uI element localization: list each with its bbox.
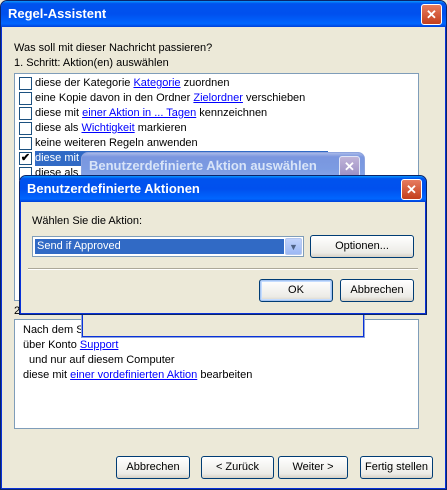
checkbox[interactable]	[19, 122, 32, 135]
custom-actions-dialog: Benutzerdefinierte Aktionen ✕ Wählen Sie…	[19, 175, 427, 315]
main-close-icon[interactable]: ✕	[421, 4, 442, 25]
predefined-action-link[interactable]: einer vordefinierten Aktion	[70, 369, 197, 381]
choose-action-label: Wählen Sie die Aktion:	[32, 215, 143, 227]
checkbox[interactable]	[19, 137, 32, 150]
chevron-down-icon[interactable]: ▼	[285, 238, 302, 255]
wizard-finish-button[interactable]: Fertig stellen	[360, 456, 433, 479]
checkbox[interactable]	[19, 77, 32, 90]
front-close-icon[interactable]: ✕	[401, 179, 422, 200]
options-button[interactable]: Optionen...	[310, 235, 414, 258]
target-folder-link[interactable]: Zielordner	[193, 92, 243, 104]
checkbox[interactable]	[19, 107, 32, 120]
action-item-stop-rules[interactable]: keine weiteren Regeln anwenden	[17, 136, 416, 151]
wizard-next-button[interactable]: Weiter >	[278, 456, 348, 479]
action-item-flag[interactable]: diese mit einer Aktion in ... Tagen kenn…	[17, 106, 416, 121]
action-item-category[interactable]: diese der Kategorie Kategorie zuordnen	[17, 76, 416, 91]
desc-line-4: diese mit einer vordefinierten Aktion be…	[23, 369, 253, 381]
main-titlebar[interactable]: Regel-Assistent ✕	[1, 1, 446, 27]
ok-button[interactable]: OK	[259, 279, 333, 302]
action-item-copy-folder[interactable]: eine Kopie davon in den Ordner Zielordne…	[17, 91, 416, 106]
action-select-value: Send if Approved	[35, 239, 284, 254]
middle-close-icon[interactable]: ✕	[339, 156, 360, 177]
checkbox[interactable]	[19, 92, 32, 105]
account-support-link[interactable]: Support	[80, 339, 119, 351]
desc-line-1: Nach dem Se	[23, 324, 90, 336]
importance-link[interactable]: Wichtigkeit	[81, 122, 134, 134]
action-item-importance[interactable]: diese als Wichtigkeit markieren	[17, 121, 416, 136]
action-select[interactable]: Send if Approved ▼	[32, 236, 304, 257]
front-titlebar[interactable]: Benutzerdefinierte Aktionen ✕	[20, 176, 426, 202]
wizard-cancel-button[interactable]: Abbrechen	[116, 456, 190, 479]
wizard-back-button[interactable]: < Zurück	[201, 456, 274, 479]
question-label: Was soll mit dieser Nachricht passieren?	[14, 42, 213, 54]
front-title: Benutzerdefinierte Aktionen	[27, 181, 200, 196]
middle-title: Benutzerdefinierte Aktion auswählen	[89, 158, 317, 173]
category-link[interactable]: Kategorie	[133, 77, 180, 89]
checkbox-checked[interactable]: ✔	[19, 152, 32, 165]
main-title: Regel-Assistent	[8, 6, 107, 21]
dialog-separator	[28, 268, 418, 270]
action-days-link[interactable]: einer Aktion in ... Tagen	[82, 107, 196, 119]
desc-line-2: über Konto Support	[23, 339, 119, 351]
desc-line-3: und nur auf diesem Computer	[29, 354, 175, 366]
step1-label: 1. Schritt: Aktion(en) auswählen	[14, 57, 169, 69]
cancel-button[interactable]: Abbrechen	[340, 279, 414, 302]
